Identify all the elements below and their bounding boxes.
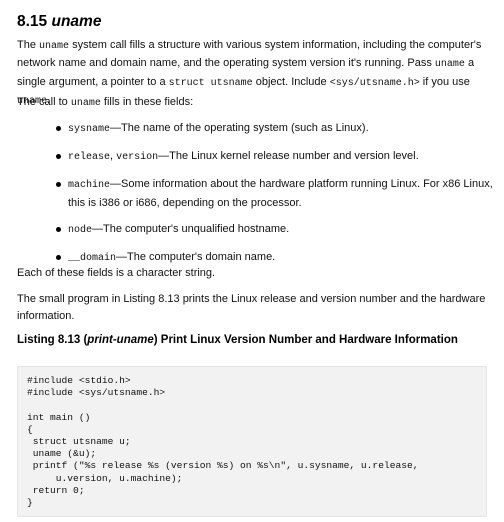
bullet-icon [56, 254, 61, 260]
listing-filename: print-uname [87, 334, 154, 346]
bullet-icon [56, 126, 61, 131]
section-number: 8.15 [17, 13, 48, 30]
list-item: release, version—The Linux kernel releas… [55, 148, 495, 167]
listing-title: Listing 8.13 (print-uname) Print Linux V… [17, 334, 458, 346]
section-heading: 8.15 uname [17, 12, 101, 32]
code-block: #include <stdio.h> #include <sys/utsname… [27, 375, 419, 509]
bullet-icon [56, 182, 61, 187]
bullet-icon [56, 226, 61, 232]
code-listing: #include <stdio.h> #include <sys/utsname… [17, 366, 487, 517]
list-item: machine—Some information about the hardw… [55, 176, 495, 211]
inline-code: uname [70, 98, 101, 109]
fields-intro: The call to uname fills in these fields: [17, 96, 194, 109]
list-item: sysname—The name of the operating system… [55, 120, 495, 139]
list-item: node—The computer's unqualified hostname… [55, 221, 495, 240]
inline-code: <sys/utsname.h> [329, 77, 420, 89]
inline-code: uname [39, 41, 70, 52]
small-program-paragraph: The small program in Listing 8.13 prints… [17, 293, 486, 322]
each-field-note: Each of these fields is a character stri… [17, 267, 216, 279]
inline-code: uname [434, 59, 465, 71]
section-command: uname [51, 13, 102, 30]
document-page: 8.15 uname The uname system call fills a… [0, 0, 504, 522]
field-list: sysname—The name of the operating system… [55, 120, 495, 277]
bullet-icon [56, 154, 61, 159]
inline-code: struct utsname [168, 77, 253, 89]
